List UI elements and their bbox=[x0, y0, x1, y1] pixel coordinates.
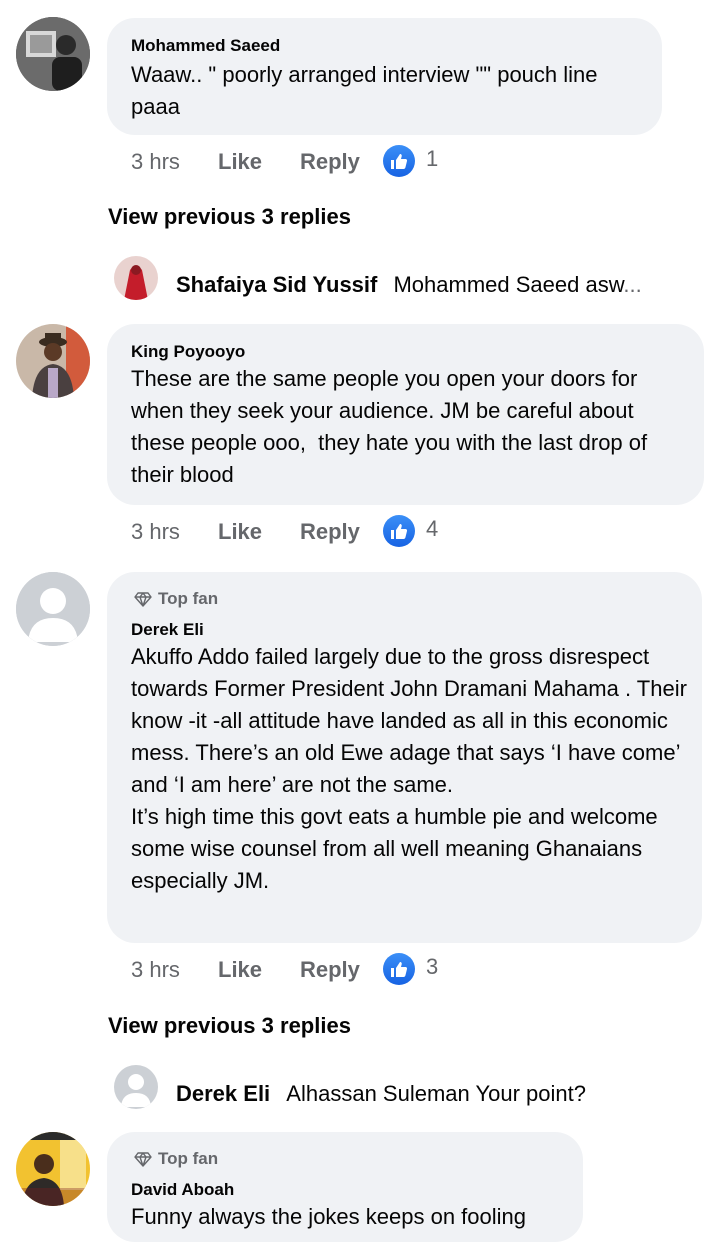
comment-author[interactable]: Mohammed Saeed bbox=[131, 36, 280, 56]
reply-text: Mohammed Saeed asw bbox=[393, 272, 624, 297]
comment-time[interactable]: 3 hrs bbox=[131, 519, 180, 545]
avatar[interactable] bbox=[16, 1132, 90, 1206]
comment-text: Akuffo Addo failed largely due to the gr… bbox=[131, 644, 687, 893]
reply-author[interactable]: Shafaiya Sid Yussif bbox=[176, 272, 377, 297]
avatar[interactable] bbox=[114, 256, 158, 300]
view-previous-replies-link[interactable]: View previous 3 replies bbox=[108, 1013, 351, 1039]
badge-label: Top fan bbox=[158, 1149, 219, 1168]
like-reaction-icon[interactable] bbox=[383, 953, 415, 985]
profile-photo-icon bbox=[16, 1132, 90, 1206]
diamond-icon bbox=[134, 1152, 152, 1167]
profile-photo-icon bbox=[16, 324, 90, 398]
badge-label: Top fan bbox=[158, 589, 219, 608]
reply-text: Alhassan Suleman Your point? bbox=[286, 1081, 586, 1106]
reply-button[interactable]: Reply bbox=[300, 957, 360, 983]
reaction-count[interactable]: 3 bbox=[426, 954, 438, 980]
comment-bubble: Top fan Derek Eli Akuffo Addo failed lar… bbox=[107, 572, 702, 943]
reaction-count[interactable]: 4 bbox=[426, 516, 438, 542]
comment-author[interactable]: King Poyooyo bbox=[131, 342, 245, 362]
profile-photo-icon bbox=[114, 256, 158, 300]
reply-button[interactable]: Reply bbox=[300, 149, 360, 175]
like-button[interactable]: Like bbox=[218, 519, 262, 545]
comment-author[interactable]: Derek Eli bbox=[131, 620, 204, 640]
reply-preview[interactable]: Shafaiya Sid Yussif Mohammed Saeed asw..… bbox=[176, 272, 642, 298]
reply-button[interactable]: Reply bbox=[300, 519, 360, 545]
default-avatar-icon bbox=[16, 572, 90, 646]
profile-photo-icon bbox=[16, 17, 90, 91]
avatar[interactable] bbox=[16, 324, 90, 398]
reaction-count[interactable]: 1 bbox=[426, 146, 438, 172]
comment-text: Waaw.. " poorly arranged interview "" po… bbox=[131, 62, 604, 119]
default-avatar-icon bbox=[114, 1065, 158, 1109]
avatar[interactable] bbox=[16, 17, 90, 91]
reply-preview[interactable]: Derek Eli Alhassan Suleman Your point? bbox=[176, 1081, 586, 1107]
top-fan-badge: Top fan bbox=[134, 1149, 218, 1169]
comment-bubble: King Poyooyo These are the same people y… bbox=[107, 324, 704, 505]
avatar[interactable] bbox=[16, 572, 90, 646]
like-button[interactable]: Like bbox=[218, 149, 262, 175]
top-fan-badge: Top fan bbox=[134, 589, 218, 609]
avatar[interactable] bbox=[114, 1065, 158, 1109]
diamond-icon bbox=[134, 592, 152, 607]
comment-time[interactable]: 3 hrs bbox=[131, 149, 180, 175]
like-reaction-icon[interactable] bbox=[383, 145, 415, 177]
like-reaction-icon[interactable] bbox=[383, 515, 415, 547]
like-button[interactable]: Like bbox=[218, 957, 262, 983]
comment-bubble: Top fan David Aboah Funny always the jok… bbox=[107, 1132, 583, 1242]
comment-bubble: Mohammed Saeed Waaw.. " poorly arranged … bbox=[107, 18, 662, 135]
comment-time[interactable]: 3 hrs bbox=[131, 957, 180, 983]
reply-author[interactable]: Derek Eli bbox=[176, 1081, 270, 1106]
comment-text: Funny always the jokes keeps on fooling bbox=[131, 1204, 527, 1229]
reply-ellipsis: ... bbox=[623, 272, 642, 297]
comment-author[interactable]: David Aboah bbox=[131, 1180, 234, 1200]
view-previous-replies-link[interactable]: View previous 3 replies bbox=[108, 204, 351, 230]
comment-text: These are the same people you open your … bbox=[131, 366, 654, 487]
